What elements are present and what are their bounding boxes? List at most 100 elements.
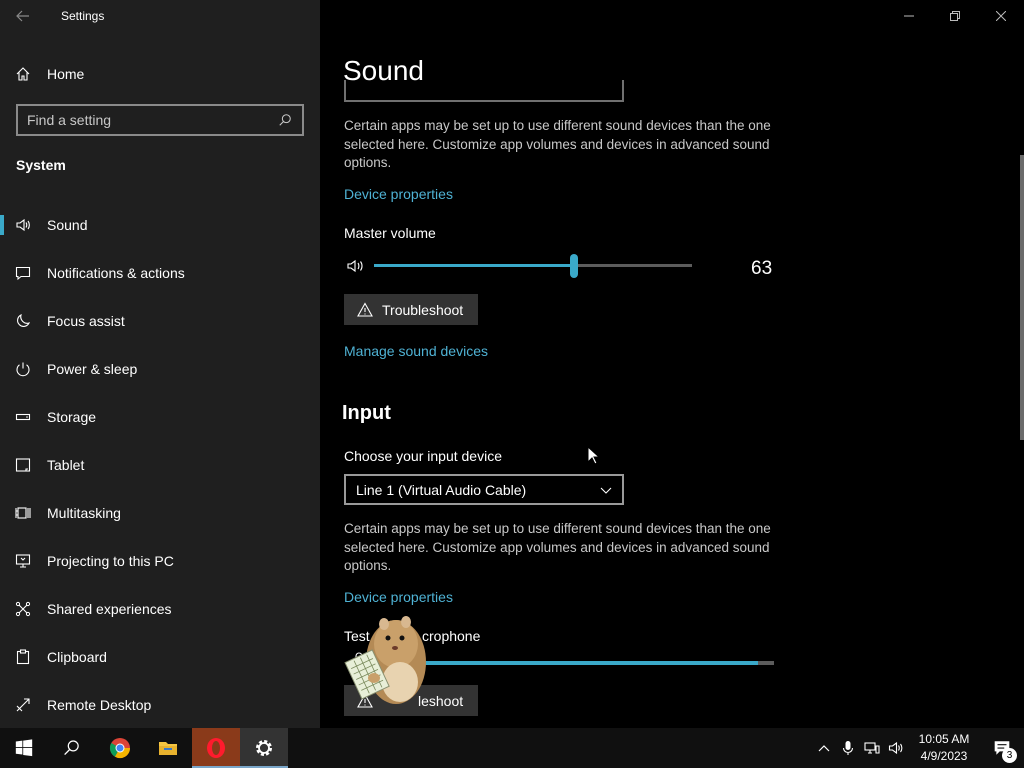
restore-button[interactable]: [932, 0, 978, 32]
sidebar-item-notifications[interactable]: Notifications & actions: [0, 249, 320, 297]
opera-icon: [207, 738, 225, 758]
network-icon: [864, 742, 880, 754]
master-volume-slider[interactable]: [374, 254, 692, 278]
storage-icon: [0, 409, 46, 425]
clipboard-icon: [0, 649, 46, 665]
microphone-tray-button[interactable]: [836, 728, 860, 768]
sidebar-nav: Sound Notifications & actions Focus assi…: [0, 201, 320, 729]
troubleshoot-label: Troubleshoot: [382, 301, 464, 318]
gear-icon: [256, 740, 272, 756]
manage-sound-devices-link[interactable]: Manage sound devices: [344, 343, 488, 359]
close-button[interactable]: [978, 0, 1024, 32]
master-volume-label: Master volume: [344, 225, 436, 241]
opera-taskbar-button[interactable]: [192, 728, 240, 768]
shared-icon: [0, 601, 46, 617]
sidebar-item-label: Clipboard: [47, 649, 107, 665]
sidebar-item-label: Remote Desktop: [47, 697, 152, 713]
sidebar-item-storage[interactable]: Storage: [0, 393, 320, 441]
microphone-icon: [842, 741, 854, 755]
input-section-title: Input: [342, 402, 391, 424]
multitasking-icon: [0, 505, 46, 521]
sidebar-item-label: Projecting to this PC: [47, 553, 174, 569]
titlebar-left: Settings: [0, 0, 320, 32]
choose-input-label: Choose your input device: [344, 448, 502, 464]
minimize-button[interactable]: [886, 0, 932, 32]
network-tray-button[interactable]: [860, 728, 884, 768]
search-icon: [64, 740, 79, 756]
window-controls: [886, 0, 1024, 32]
clock-date: 4/9/2023: [920, 749, 968, 763]
notification-count-badge: 3: [1002, 748, 1017, 763]
speaker-icon[interactable]: [346, 257, 364, 275]
clock-time: 10:05 AM: [918, 732, 970, 746]
system-tray: 10:05 AM 4/9/2023 3: [812, 728, 1024, 768]
input-device-properties-link[interactable]: Device properties: [344, 589, 453, 605]
sidebar-item-label: Home: [47, 66, 85, 82]
volume-fill: [374, 264, 575, 267]
chevron-up-icon: [818, 745, 830, 752]
search-icon[interactable]: [277, 112, 293, 128]
sidebar-item-projecting[interactable]: Projecting to this PC: [0, 537, 320, 585]
sidebar-item-label: Multitasking: [47, 505, 121, 521]
sidebar-item-power-sleep[interactable]: Power & sleep: [0, 345, 320, 393]
selected-input-device: Line 1 (Virtual Audio Cable): [356, 481, 527, 498]
sidebar-item-home[interactable]: Home: [0, 56, 320, 92]
show-hidden-icons-button[interactable]: [812, 728, 836, 768]
project-icon: [0, 553, 46, 569]
sidebar-item-shared-experiences[interactable]: Shared experiences: [0, 585, 320, 633]
sidebar-item-label: Power & sleep: [47, 361, 138, 377]
close-icon: [996, 11, 1006, 21]
home-icon: [0, 66, 46, 82]
output-device-properties-link[interactable]: Device properties: [344, 186, 453, 202]
sidebar-item-label: Notifications & actions: [47, 265, 185, 281]
power-icon: [0, 361, 46, 377]
back-arrow-icon: [16, 10, 29, 22]
search-button[interactable]: [48, 728, 96, 768]
volume-tray-button[interactable]: [884, 728, 908, 768]
remote-icon: [0, 697, 46, 713]
action-center-button[interactable]: 3: [980, 728, 1024, 768]
scrollbar[interactable]: [1020, 155, 1024, 440]
output-description: Certain apps may be set up to use differ…: [344, 118, 771, 170]
taskbar: 10:05 AM 4/9/2023 3: [0, 728, 1024, 768]
sidebar-item-sound[interactable]: Sound: [0, 201, 320, 249]
mouse-cursor-icon: [587, 446, 601, 465]
settings-taskbar-button[interactable]: [240, 728, 288, 768]
hamster-sticker-icon: [344, 616, 426, 704]
restore-icon: [950, 11, 960, 21]
speaker-icon: [888, 741, 903, 755]
message-icon: [0, 265, 46, 281]
sidebar-item-tablet[interactable]: Tablet: [0, 441, 320, 489]
input-description: Certain apps may be set up to use differ…: [344, 521, 771, 573]
input-device-dropdown[interactable]: Line 1 (Virtual Audio Cable): [344, 474, 624, 505]
search-input[interactable]: Find a setting: [16, 104, 304, 136]
search-placeholder: Find a setting: [27, 112, 112, 128]
minimize-icon: [904, 15, 914, 17]
sidebar-item-clipboard[interactable]: Clipboard: [0, 633, 320, 681]
sidebar: Settings Home Find a setting System Soun…: [0, 0, 320, 728]
moon-icon: [0, 313, 46, 329]
volume-value: 63: [751, 258, 773, 279]
sidebar-item-focus-assist[interactable]: Focus assist: [0, 297, 320, 345]
sidebar-item-label: Focus assist: [47, 313, 125, 329]
volume-thumb[interactable]: [570, 254, 579, 278]
warning-icon: [357, 301, 373, 317]
folder-icon: [159, 742, 177, 755]
sidebar-item-multitasking[interactable]: Multitasking: [0, 489, 320, 537]
file-explorer-taskbar-button[interactable]: [144, 728, 192, 768]
chrome-taskbar-button[interactable]: [96, 728, 144, 768]
sidebar-item-label: Tablet: [47, 457, 85, 473]
chrome-icon: [109, 738, 131, 759]
clock[interactable]: 10:05 AM 4/9/2023: [908, 731, 980, 765]
output-device-dropdown[interactable]: [344, 80, 624, 102]
back-button[interactable]: [0, 0, 46, 32]
app-title: Settings: [61, 9, 105, 23]
chevron-down-icon: [600, 487, 612, 494]
microphone-level-meter: [374, 661, 774, 665]
speaker-icon: [0, 217, 46, 233]
start-button[interactable]: [0, 728, 48, 768]
sidebar-item-label: Shared experiences: [47, 601, 172, 617]
sidebar-item-label: Storage: [47, 409, 97, 425]
output-troubleshoot-button[interactable]: Troubleshoot: [344, 294, 479, 325]
sidebar-item-remote-desktop[interactable]: Remote Desktop: [0, 681, 320, 729]
